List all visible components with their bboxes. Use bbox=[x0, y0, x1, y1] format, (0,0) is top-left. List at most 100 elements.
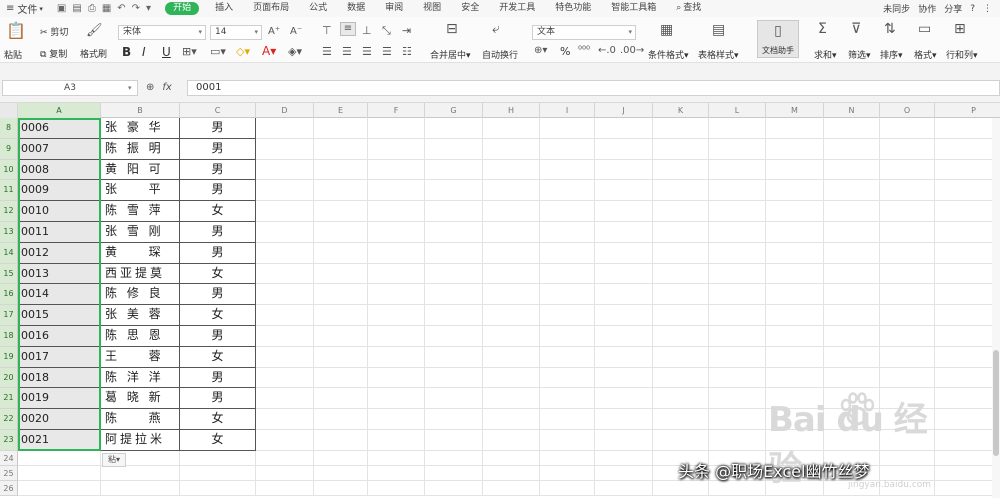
empty-cell[interactable] bbox=[483, 242, 540, 264]
cell-name[interactable]: 陈 雪 萍 bbox=[101, 201, 180, 222]
cell-gender[interactable]: 男 bbox=[180, 159, 256, 181]
empty-cell[interactable] bbox=[256, 222, 314, 243]
column-header-k[interactable]: K bbox=[653, 103, 709, 118]
row-header[interactable]: 26 bbox=[0, 480, 18, 496]
column-header-l[interactable]: L bbox=[709, 103, 766, 118]
empty-cell[interactable] bbox=[540, 201, 595, 222]
cell-gender[interactable]: 男 bbox=[180, 388, 256, 410]
empty-cell[interactable] bbox=[425, 201, 483, 222]
cell-id[interactable]: 0020 bbox=[18, 409, 101, 430]
empty-cell[interactable] bbox=[314, 346, 368, 368]
help-icon[interactable]: ? bbox=[970, 4, 975, 14]
empty-cell[interactable] bbox=[18, 450, 101, 466]
column-header-c[interactable]: C bbox=[180, 103, 256, 118]
empty-cell[interactable] bbox=[425, 326, 483, 347]
empty-cell[interactable] bbox=[483, 409, 540, 430]
empty-cell[interactable] bbox=[425, 465, 483, 481]
empty-cell[interactable] bbox=[314, 118, 368, 139]
column-header-i[interactable]: I bbox=[540, 103, 595, 118]
row-header[interactable]: 25 bbox=[0, 465, 18, 481]
empty-cell[interactable] bbox=[935, 326, 1000, 347]
cell-gender[interactable]: 男 bbox=[180, 222, 256, 243]
empty-cell[interactable] bbox=[540, 367, 595, 389]
empty-cell[interactable] bbox=[314, 138, 368, 160]
row-header[interactable]: 14 bbox=[0, 242, 18, 264]
empty-cell[interactable] bbox=[653, 242, 709, 264]
empty-cell[interactable] bbox=[595, 450, 653, 466]
empty-cell[interactable] bbox=[101, 465, 180, 481]
empty-cell[interactable] bbox=[483, 388, 540, 410]
empty-cell[interactable] bbox=[314, 222, 368, 243]
empty-cell[interactable] bbox=[766, 201, 824, 222]
empty-cell[interactable] bbox=[540, 263, 595, 285]
empty-cell[interactable] bbox=[766, 326, 824, 347]
cell-gender[interactable]: 女 bbox=[180, 263, 256, 285]
tab-4[interactable]: 数据 bbox=[337, 0, 375, 17]
empty-cell[interactable] bbox=[595, 242, 653, 264]
cell-name[interactable]: 陈 修 良 bbox=[101, 284, 180, 306]
empty-cell[interactable] bbox=[540, 138, 595, 160]
empty-cell[interactable] bbox=[483, 430, 540, 451]
empty-cell[interactable] bbox=[880, 284, 935, 306]
cell-id[interactable]: 0009 bbox=[18, 180, 101, 202]
empty-cell[interactable] bbox=[425, 242, 483, 264]
empty-cell[interactable] bbox=[880, 118, 935, 139]
empty-cell[interactable] bbox=[425, 480, 483, 496]
row-column-icon[interactable]: ⊞ bbox=[954, 21, 966, 37]
cell-id[interactable]: 0012 bbox=[18, 242, 101, 264]
empty-cell[interactable] bbox=[425, 409, 483, 430]
sync-status[interactable]: 未同步 bbox=[883, 2, 910, 15]
empty-cell[interactable] bbox=[256, 430, 314, 451]
cell-id[interactable]: 0011 bbox=[18, 222, 101, 243]
empty-cell[interactable] bbox=[824, 263, 880, 285]
row-header[interactable]: 17 bbox=[0, 305, 18, 326]
align-left-icon[interactable]: ☰ bbox=[322, 45, 332, 58]
column-header-o[interactable]: O bbox=[880, 103, 935, 118]
tab-7[interactable]: 安全 bbox=[451, 0, 489, 17]
font-grow-icon[interactable]: A⁺ bbox=[268, 26, 280, 37]
empty-cell[interactable] bbox=[709, 284, 766, 306]
empty-cell[interactable] bbox=[653, 118, 709, 139]
row-header[interactable]: 12 bbox=[0, 201, 18, 222]
empty-cell[interactable] bbox=[709, 222, 766, 243]
zoom-icon[interactable]: ⊕ bbox=[146, 82, 154, 93]
empty-cell[interactable] bbox=[935, 222, 1000, 243]
column-header-j[interactable]: J bbox=[595, 103, 653, 118]
empty-cell[interactable] bbox=[824, 284, 880, 306]
empty-cell[interactable] bbox=[880, 159, 935, 181]
cell-gender[interactable]: 男 bbox=[180, 180, 256, 202]
more-icon[interactable]: ▾ bbox=[146, 3, 151, 14]
cell-name[interactable]: 陈 思 恩 bbox=[101, 326, 180, 347]
empty-cell[interactable] bbox=[880, 138, 935, 160]
empty-cell[interactable] bbox=[709, 242, 766, 264]
cell-id[interactable]: 0010 bbox=[18, 201, 101, 222]
empty-cell[interactable] bbox=[314, 409, 368, 430]
empty-cell[interactable] bbox=[540, 284, 595, 306]
cell-id[interactable]: 0014 bbox=[18, 284, 101, 306]
empty-cell[interactable] bbox=[314, 465, 368, 481]
empty-cell[interactable] bbox=[256, 284, 314, 306]
empty-cell[interactable] bbox=[314, 450, 368, 466]
distribute-icon[interactable]: ☷ bbox=[402, 45, 412, 58]
tab-8[interactable]: 开发工具 bbox=[489, 0, 545, 17]
empty-cell[interactable] bbox=[880, 305, 935, 326]
empty-cell[interactable] bbox=[180, 465, 256, 481]
cell-id[interactable]: 0017 bbox=[18, 346, 101, 368]
empty-cell[interactable] bbox=[368, 388, 425, 410]
empty-cell[interactable] bbox=[256, 346, 314, 368]
empty-cell[interactable] bbox=[256, 367, 314, 389]
empty-cell[interactable] bbox=[766, 263, 824, 285]
empty-cell[interactable] bbox=[425, 118, 483, 139]
empty-cell[interactable] bbox=[824, 138, 880, 160]
empty-cell[interactable] bbox=[595, 430, 653, 451]
border-icon[interactable]: ⊞▾ bbox=[182, 45, 197, 58]
empty-cell[interactable] bbox=[425, 222, 483, 243]
row-header[interactable]: 10 bbox=[0, 159, 18, 181]
empty-cell[interactable] bbox=[314, 180, 368, 202]
column-header-g[interactable]: G bbox=[425, 103, 483, 118]
cell-gender[interactable]: 男 bbox=[180, 118, 256, 139]
increase-decimal-icon[interactable]: ←.0 bbox=[598, 45, 616, 56]
row-header[interactable]: 19 bbox=[0, 346, 18, 368]
cell-gender[interactable]: 男 bbox=[180, 367, 256, 389]
row-header[interactable]: 24 bbox=[0, 450, 18, 466]
